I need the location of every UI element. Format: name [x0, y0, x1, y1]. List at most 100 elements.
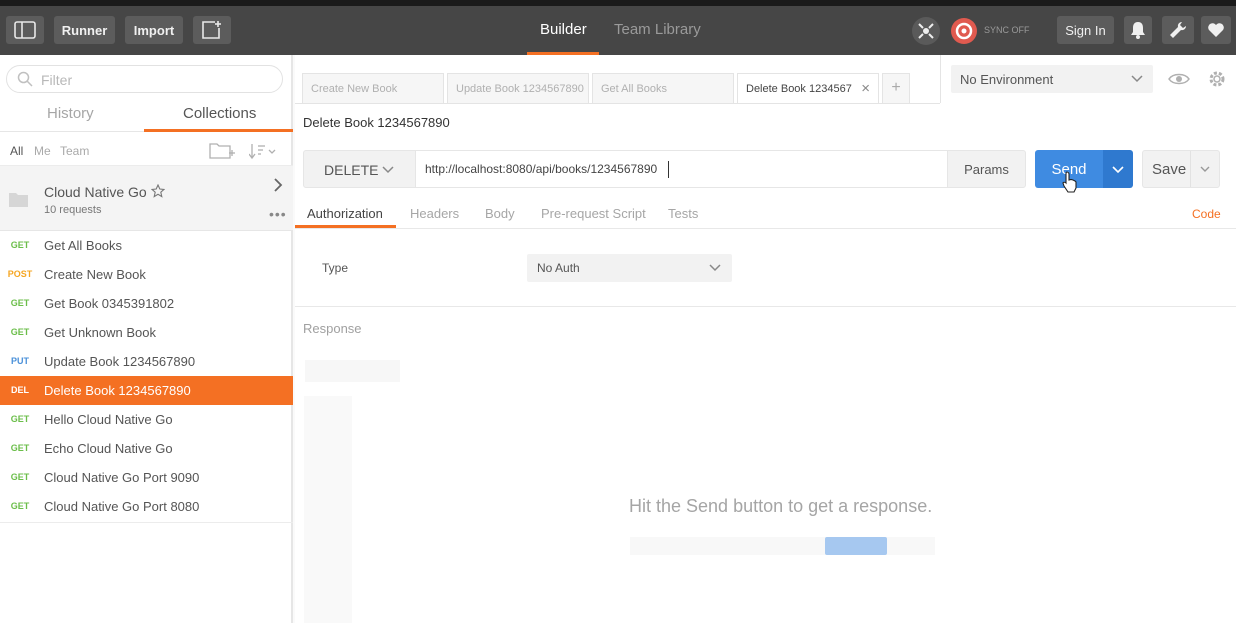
tab-prerequest-script[interactable]: Pre-request Script	[541, 206, 646, 221]
folder-icon	[9, 193, 28, 207]
chevron-down-icon	[1200, 166, 1210, 172]
send-dropdown-button[interactable]	[1103, 150, 1133, 188]
tab-label: Delete Book 1234567	[746, 83, 852, 95]
tab-history[interactable]: History	[47, 105, 94, 122]
request-tab-active[interactable]: Delete Book 1234567 ×	[737, 73, 879, 104]
close-icon[interactable]: ×	[861, 80, 870, 97]
sort-button[interactable]	[248, 142, 277, 163]
filter-me[interactable]: Me	[34, 144, 51, 158]
sidebar: Filter History Collections All Me Team C…	[0, 55, 293, 623]
url-value: http://localhost:8080/api/books/12345678…	[425, 162, 658, 176]
settings-button[interactable]	[1162, 16, 1194, 44]
params-button[interactable]: Params	[947, 150, 1026, 188]
environment-select[interactable]: No Environment	[951, 65, 1153, 93]
chevron-down-icon	[709, 264, 721, 272]
response-placeholder-column	[304, 396, 352, 623]
request-name: Create New Book	[44, 267, 146, 282]
request-name: Get Book 0345391802	[44, 296, 175, 311]
auth-type-select[interactable]: No Auth	[527, 254, 732, 282]
sidebar-icon	[14, 21, 36, 39]
new-window-icon	[202, 21, 221, 39]
collection-item[interactable]: Cloud Native Go 10 requests •••	[0, 165, 293, 231]
collections-tab-indicator	[144, 129, 293, 132]
list-item-active[interactable]: DEL Delete Book 1234567890	[0, 376, 293, 405]
auth-type-label: Type	[322, 261, 349, 275]
method-badge: GET	[10, 298, 30, 308]
response-label: Response	[303, 321, 362, 336]
collection-count: 10 requests	[44, 204, 102, 216]
sidebar-toggle-button[interactable]	[6, 16, 44, 44]
favorite-button[interactable]	[1201, 16, 1231, 44]
heart-icon	[1208, 23, 1224, 37]
method-label: DELETE	[324, 162, 379, 178]
builder-tab[interactable]: Builder	[540, 21, 587, 38]
list-item[interactable]: GET Get All Books	[0, 231, 293, 260]
tab-collections[interactable]: Collections	[183, 105, 256, 122]
request-name: Cloud Native Go Port 8080	[44, 499, 200, 514]
response-placeholder-button	[825, 537, 887, 555]
list-item[interactable]: GET Cloud Native Go Port 9090	[0, 463, 293, 492]
new-collection-button[interactable]	[209, 142, 235, 163]
method-badge: GET	[10, 472, 30, 482]
top-bar: Runner Import Builder Team Library SYNC …	[0, 0, 1236, 55]
request-tab[interactable]: Update Book 1234567890	[447, 73, 589, 104]
interceptor-button[interactable]	[912, 17, 940, 45]
sync-button[interactable]: SYNC OFF	[950, 17, 1030, 45]
save-button[interactable]: Save	[1142, 150, 1220, 188]
tab-tests[interactable]: Tests	[668, 206, 698, 221]
list-item[interactable]: POST Create New Book	[0, 260, 293, 289]
divider	[295, 228, 1236, 229]
request-name: Delete Book 1234567890	[44, 383, 191, 398]
request-tab[interactable]: Create New Book	[302, 73, 444, 104]
text-cursor	[668, 161, 669, 178]
more-options-icon[interactable]: •••	[269, 206, 287, 222]
new-tab-button[interactable]	[193, 16, 231, 44]
bell-icon	[1131, 22, 1145, 39]
notifications-button[interactable]	[1124, 16, 1152, 44]
chevron-right-icon[interactable]	[273, 178, 283, 192]
tab-body[interactable]: Body	[485, 206, 515, 221]
response-empty-message: Hit the Send button to get a response.	[629, 496, 933, 516]
list-item[interactable]: GET Get Book 0345391802	[0, 289, 293, 318]
method-badge: GET	[10, 443, 30, 453]
runner-button[interactable]: Runner	[54, 16, 115, 44]
divider	[940, 55, 941, 103]
method-select[interactable]: DELETE	[303, 150, 416, 188]
list-item[interactable]: GET Cloud Native Go Port 8080	[0, 492, 293, 521]
tab-headers[interactable]: Headers	[410, 206, 459, 221]
response-placeholder-strip	[630, 537, 935, 555]
request-name: Hello Cloud Native Go	[44, 412, 173, 427]
team-library-tab[interactable]: Team Library	[614, 21, 701, 38]
filter-input[interactable]: Filter	[6, 65, 283, 93]
request-name: Get Unknown Book	[44, 325, 157, 340]
satellite-icon	[918, 23, 934, 39]
add-tab-button[interactable]: +	[882, 73, 910, 104]
sign-in-button[interactable]: Sign In	[1057, 16, 1114, 44]
filter-all[interactable]: All	[10, 144, 23, 158]
star-icon[interactable]	[151, 184, 165, 198]
collection-name: Cloud Native Go	[44, 184, 147, 200]
chevron-down-icon	[1131, 75, 1143, 83]
method-badge: POST	[7, 269, 33, 279]
tab-authorization[interactable]: Authorization	[307, 206, 383, 221]
gear-icon[interactable]	[1207, 69, 1227, 89]
eye-icon[interactable]	[1168, 72, 1190, 86]
request-name: Update Book 1234567890	[44, 354, 196, 369]
method-badge: GET	[10, 327, 30, 337]
method-badge: GET	[10, 501, 30, 511]
chevron-down-icon	[1112, 166, 1124, 174]
auth-type-value: No Auth	[537, 261, 580, 275]
list-item[interactable]: GET Echo Cloud Native Go	[0, 434, 293, 463]
filter-placeholder: Filter	[41, 72, 73, 88]
method-badge: GET	[10, 414, 30, 424]
import-button[interactable]: Import	[125, 16, 183, 44]
url-input[interactable]: http://localhost:8080/api/books/12345678…	[415, 150, 948, 188]
list-item[interactable]: GET Hello Cloud Native Go	[0, 405, 293, 434]
list-item[interactable]: GET Get Unknown Book	[0, 318, 293, 347]
divider	[295, 306, 1236, 307]
filter-team[interactable]: Team	[60, 144, 89, 158]
code-link[interactable]: Code	[1192, 207, 1221, 221]
hand-cursor-icon	[1062, 171, 1077, 193]
list-item[interactable]: PUT Update Book 1234567890	[0, 347, 293, 376]
request-tab[interactable]: Get All Books	[592, 73, 734, 104]
